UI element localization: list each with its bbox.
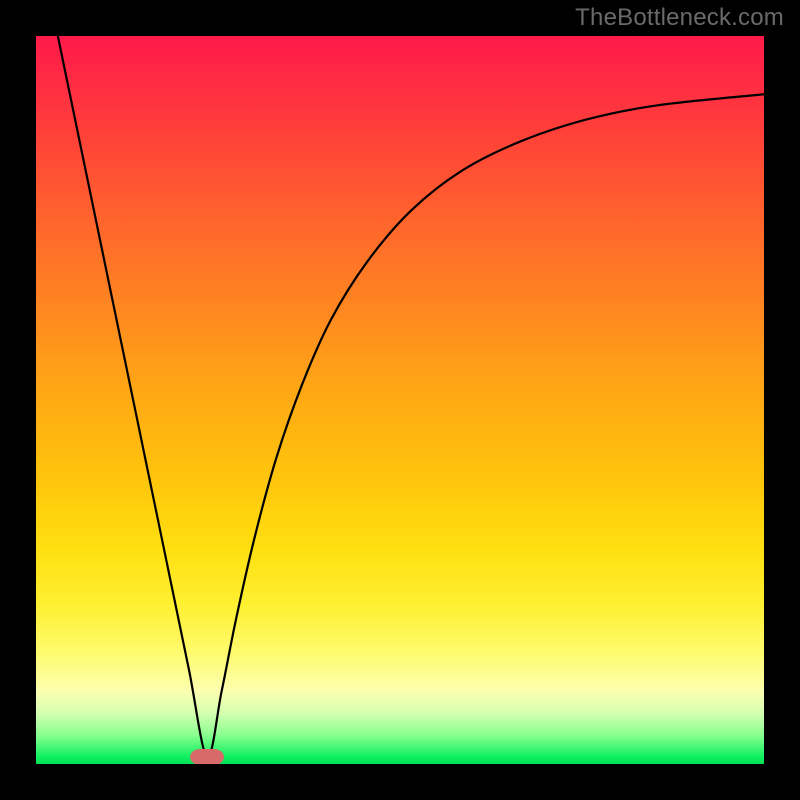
watermark-label: TheBottleneck.com — [575, 4, 784, 32]
chart-frame: TheBottleneck.com — [0, 0, 800, 800]
plot-area — [36, 36, 764, 764]
bottleneck-curve — [36, 36, 764, 764]
optimal-point-marker — [190, 749, 224, 764]
